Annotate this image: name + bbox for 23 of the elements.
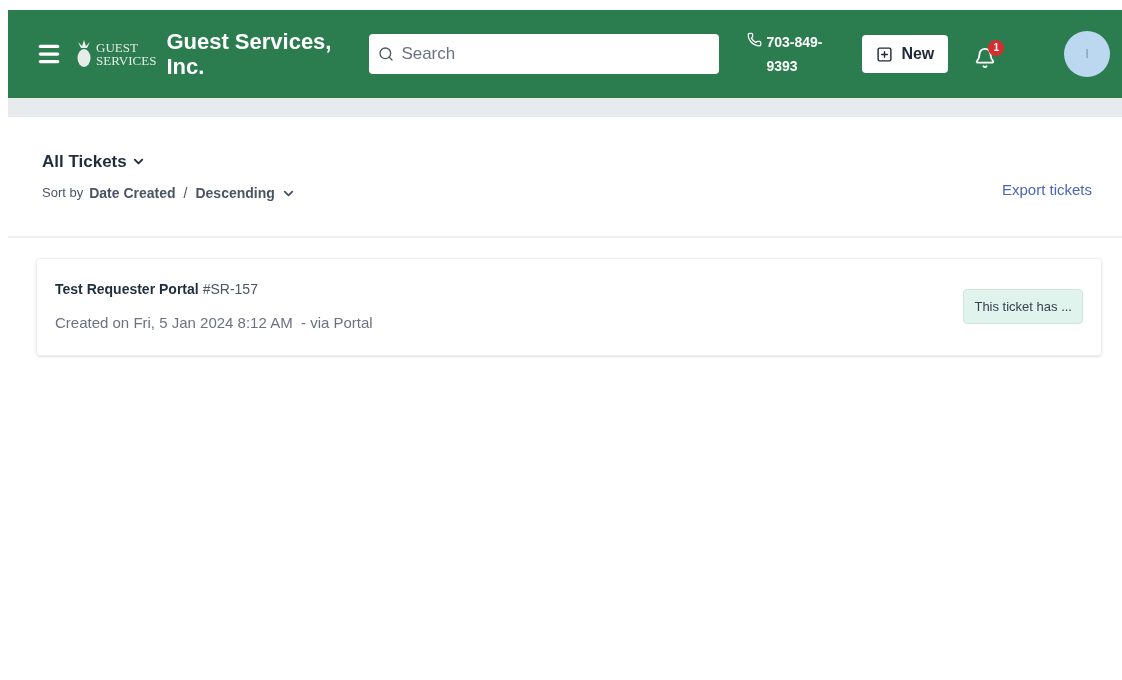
notification-badge: 1 [988,39,1005,56]
sort-label: Sort by [42,184,84,203]
ticket-meta: Created on Fri, 5 Jan 2024 8:12 AM - via Portal [55,312,373,333]
search-icon [378,46,395,62]
new-button[interactable]: New [862,35,949,73]
phone-number: 703-849-9393 [766,33,824,76]
plus-square-icon [876,45,894,63]
export-link[interactable]: Export tickets [1001,179,1092,202]
logo-text: GUEST [96,41,139,54]
pineapple-icon [76,40,92,68]
sort-separator: / [182,183,189,203]
ticket-id: #SR-157 [202,279,258,299]
search-field[interactable]: Search [369,34,720,74]
status-tag: This ticket has ... [963,288,1083,325]
notifications-button[interactable]: 1 [974,39,1005,69]
sort-order-dropdown[interactable]: Descending [195,182,296,204]
phone-icon [747,32,763,47]
ticket-title[interactable]: Test Requester Portal [55,278,199,300]
company-title: Guest Services, Inc. [166,29,333,79]
logo-text: SERVICES [96,54,157,67]
sort-field-dropdown[interactable]: Date Created [89,182,176,204]
ticket-card[interactable]: Test Requester Portal #SR-157 Created on Fri, 5 Jan 2024 8:12 AM - via Portal This ticket has ... [36,257,1102,356]
view-dropdown[interactable]: All Tickets [42,149,296,175]
